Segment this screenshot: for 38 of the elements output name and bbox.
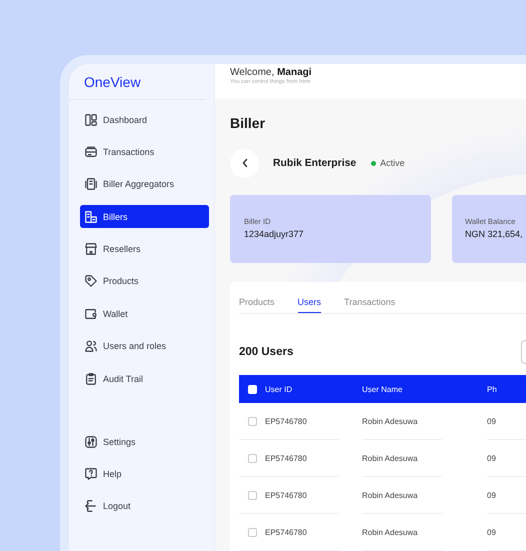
table-cell: 09 <box>487 416 496 426</box>
sidebar-item[interactable]: Resellers <box>80 238 209 261</box>
tab[interactable]: Transactions <box>344 291 396 313</box>
card-value: 1234adjuyr377 <box>244 229 305 239</box>
table-cell: Robin Adesuwa <box>362 490 418 500</box>
table-cell: 09 <box>487 528 496 536</box>
tab[interactable]: Products <box>239 291 275 313</box>
column-header: User Name <box>362 384 402 394</box>
table-cell: Robin Adesuwa <box>362 528 418 536</box>
table-cell: 09 <box>487 490 496 500</box>
sidebar-item[interactable]: Logout <box>80 494 209 518</box>
table-cell: EP5746780 <box>265 528 307 536</box>
status-text: Active <box>380 158 405 168</box>
sidebar-item[interactable]: Help <box>80 462 209 486</box>
table-cell: 09 <box>487 454 496 462</box>
table-cell: Robin Adesuwa <box>362 416 418 426</box>
sidebar-item[interactable]: Users and roles <box>80 334 209 358</box>
sidebar-item[interactable]: Settings <box>80 430 209 454</box>
card-value: NGN 321,654, <box>465 229 524 239</box>
table-cell: EP5746780 <box>265 454 307 462</box>
sidebar-item[interactable]: Dashboard <box>80 108 209 131</box>
table-cell: Robin Adesuwa <box>362 454 418 462</box>
sidebar-item[interactable]: Transactions <box>80 140 209 164</box>
welcome-text: Welcome, Managi <box>230 67 313 78</box>
table-cell: EP5746780 <box>265 416 307 426</box>
users-count: 200 Users <box>239 346 294 358</box>
page-title: Biller <box>230 115 266 131</box>
sidebar-item[interactable]: Biller Aggregators <box>80 172 209 196</box>
app-logo: OneView <box>69 64 206 100</box>
column-header: Ph <box>487 384 497 394</box>
tab[interactable]: Users <box>298 291 322 313</box>
sidebar-item[interactable]: Audit Trail <box>80 367 209 390</box>
biller-name: Rubik Enterprise <box>273 158 356 168</box>
table-cell: EP5746780 <box>265 490 307 500</box>
sidebar-item[interactable]: Products <box>80 270 209 293</box>
sidebar-item[interactable]: Wallet <box>80 302 209 326</box>
sidebar-item[interactable]: Billers <box>80 205 209 228</box>
column-header: User ID <box>265 384 292 394</box>
